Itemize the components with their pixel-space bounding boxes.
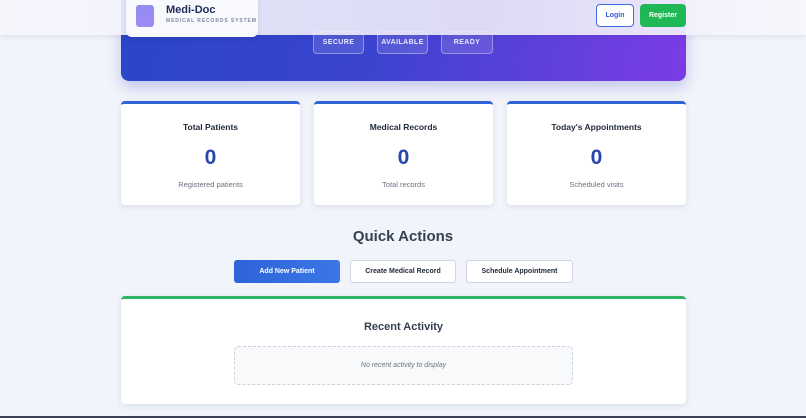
stat-card-appointments: Today's Appointments 0 Scheduled visits — [507, 101, 686, 205]
stat-card-records: Medical Records 0 Total records — [314, 101, 493, 205]
stat-title: Medical Records — [369, 122, 438, 132]
stat-card-patients: Total Patients 0 Registered patients — [121, 101, 300, 205]
brand-logo[interactable]: Medi-Doc MEDICAL RECORDS SYSTEM — [126, 0, 258, 37]
stat-value: 0 — [590, 146, 603, 169]
stat-subtitle: Registered patients — [178, 180, 243, 189]
document-icon — [136, 5, 154, 27]
empty-activity-message: No recent activity to display — [234, 346, 573, 385]
logo-title: Medi-Doc — [166, 4, 216, 16]
schedule-appointment-button[interactable]: Schedule Appointment — [466, 260, 573, 283]
stat-value: 0 — [397, 146, 410, 169]
login-button[interactable]: Login — [596, 4, 634, 27]
stat-title: Today's Appointments — [551, 122, 642, 132]
recent-activity-card: Recent Activity No recent activity to di… — [121, 296, 686, 404]
add-patient-button[interactable]: Add New Patient — [234, 260, 340, 283]
stat-value: 0 — [204, 146, 217, 169]
stat-subtitle: Scheduled visits — [569, 180, 624, 189]
stat-title: Total Patients — [182, 122, 239, 132]
create-record-button[interactable]: Create Medical Record — [350, 260, 456, 283]
logo-subtitle: MEDICAL RECORDS SYSTEM — [166, 18, 257, 24]
recent-activity-title: Recent Activity — [363, 321, 444, 333]
stat-subtitle: Total records — [382, 180, 425, 189]
register-button[interactable]: Register — [640, 4, 686, 27]
quick-actions-title: Quick Actions — [352, 228, 454, 245]
